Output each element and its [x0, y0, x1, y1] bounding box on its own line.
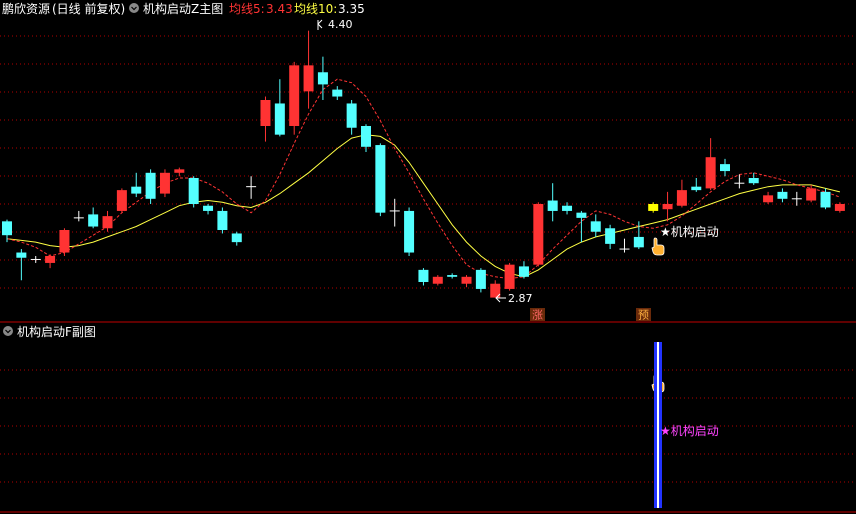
- candle: [274, 79, 285, 137]
- candle: [619, 238, 630, 253]
- circle-chevron-down-icon[interactable]: [3, 326, 13, 336]
- sub-header: 机构启动F副图: [3, 324, 96, 339]
- candle: [303, 30, 314, 109]
- svg-text:预: 预: [638, 309, 649, 322]
- candle: [332, 86, 343, 100]
- candle: [748, 172, 759, 185]
- chart-canvas: 4.40 2.87 ★机构启动 涨 预 ★机构启动 鹏欣资源 (日线 前复权) …: [0, 1, 856, 513]
- candle: [418, 268, 429, 286]
- candle: [404, 207, 415, 256]
- high-price-label: 4.40: [328, 18, 353, 31]
- candle: [533, 202, 544, 267]
- signal-label-main: ★机构启动: [660, 224, 719, 239]
- main-header: 鹏欣资源 (日线 前复权) 机构启动Z主图 均线5: 3.43 均线10: 3.…: [2, 1, 365, 16]
- ma10-line: [6, 134, 841, 278]
- candle: [16, 249, 27, 281]
- candle: [159, 169, 170, 198]
- sub-indicator-name[interactable]: 机构启动F副图: [17, 324, 96, 339]
- circle-chevron-down-icon[interactable]: [129, 3, 139, 13]
- ma5-value: 3.43: [266, 2, 293, 16]
- candle: [88, 207, 99, 229]
- candle: [547, 183, 558, 222]
- candle: [317, 56, 328, 100]
- candle: [174, 167, 185, 177]
- stock-name: 鹏欣资源: [2, 2, 50, 16]
- candle: [346, 100, 357, 135]
- candle: [763, 191, 774, 204]
- candle: [662, 191, 673, 222]
- candle: [676, 179, 687, 208]
- candle: [30, 256, 41, 263]
- period-label: (日线 前复权): [52, 1, 125, 16]
- candle: [375, 143, 386, 217]
- candle: [289, 61, 300, 135]
- low-annotation: 2.87: [495, 292, 533, 305]
- candle: [231, 231, 242, 246]
- candle: [518, 261, 529, 279]
- arrow-icon: [317, 19, 323, 29]
- candle: [720, 158, 730, 177]
- candle: [705, 138, 716, 191]
- svg-text:涨: 涨: [532, 309, 543, 322]
- candle: [475, 268, 486, 293]
- stock-chart-window: 4.40 2.87 ★机构启动 涨 预 ★机构启动 鹏欣资源 (日线 前复权) …: [0, 0, 856, 514]
- sub-grid: [0, 369, 856, 483]
- candle: [116, 188, 127, 213]
- candle: [562, 202, 573, 215]
- high-annotation: 4.40: [317, 18, 353, 31]
- candle: [260, 96, 271, 142]
- badge-zhang: 涨: [530, 308, 545, 322]
- candle: [389, 198, 400, 227]
- candle: [45, 254, 56, 269]
- candle: [605, 224, 616, 250]
- ma5-label: 均线5:: [229, 2, 265, 16]
- candle: [590, 214, 601, 237]
- main-indicator-name[interactable]: 机构启动Z主图: [143, 1, 223, 16]
- candles-group: [2, 30, 845, 298]
- hand-pointer-icon: [651, 237, 665, 256]
- candle: [217, 207, 228, 234]
- candle: [576, 210, 587, 243]
- candle: [432, 275, 443, 286]
- candle: [246, 176, 257, 199]
- candle: [504, 262, 515, 291]
- ma10-label: 均线10:: [294, 2, 337, 16]
- badge-yu: 预: [636, 308, 651, 322]
- low-price-label: 2.87: [508, 292, 533, 305]
- candle: [777, 188, 788, 203]
- candle: [461, 275, 472, 288]
- candle: [188, 176, 199, 208]
- main-grid: [0, 35, 856, 289]
- candle: [361, 124, 371, 152]
- candle: [73, 210, 84, 222]
- candle: [145, 169, 156, 204]
- signal-label-sub: ★机构启动: [660, 423, 719, 438]
- candle: [59, 228, 70, 256]
- candle: [691, 178, 702, 192]
- ma10-value: 3.35: [338, 2, 365, 16]
- candle: [203, 204, 214, 215]
- candle: [447, 273, 458, 279]
